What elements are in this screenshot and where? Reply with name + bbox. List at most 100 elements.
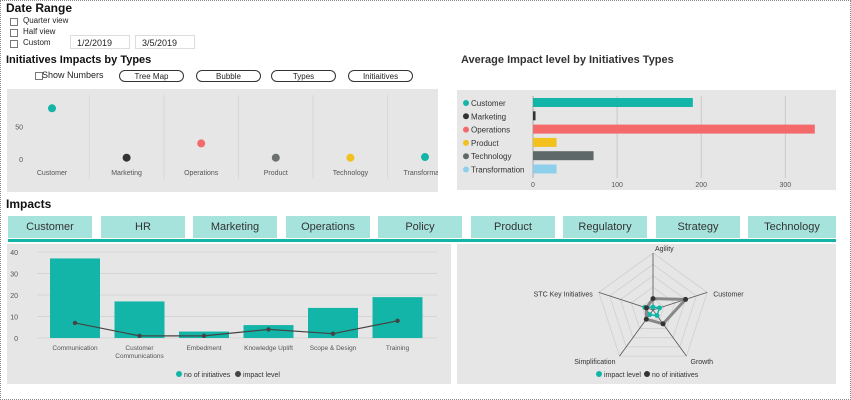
initiatives-button[interactable]: Initiaitives <box>348 70 413 82</box>
combo-legend-swatch <box>235 371 241 377</box>
impacts-by-types-title: Initiatives Impacts by Types <box>6 54 152 66</box>
quarter-view-checkbox[interactable] <box>10 18 18 26</box>
radar-axis-label: Growth <box>691 359 714 366</box>
date-range-title: Date Range <box>6 1 73 15</box>
combo-line-point <box>266 327 271 332</box>
tab-product[interactable]: Product <box>471 216 555 238</box>
combo-legend-label: impact level <box>243 372 280 379</box>
combo-y-tick: 20 <box>10 293 18 300</box>
scatter-chart: 50 0 Customer Marketing Operations Product Tec… <box>15 95 447 179</box>
scatter-point <box>122 153 131 162</box>
scatter-x-tick: Marketing <box>111 170 142 177</box>
combo-x-tick: Embedment <box>186 345 221 352</box>
hbar-legend-swatch <box>463 153 469 160</box>
hbar-legend-label: Product <box>471 139 499 148</box>
hbar-legend-swatch <box>463 139 469 146</box>
radar-axis-label: STC Key Initiatives <box>534 291 594 298</box>
avg-impact-title: Average Impact level by Initiatives Type… <box>461 54 674 66</box>
tab-regulatory[interactable]: Regulatory <box>563 216 647 238</box>
impacts-title: Impacts <box>6 197 52 211</box>
radar-legend-swatch <box>644 371 650 377</box>
scatter-x-tick: Product <box>264 170 288 177</box>
tab-strategy[interactable]: Strategy <box>656 216 740 238</box>
hbar-legend-label: Transformation <box>471 166 525 175</box>
scatter-point <box>421 153 429 162</box>
combo-x-tick: Scope & Design <box>310 345 357 352</box>
radar-point <box>657 305 663 311</box>
hbar-bar <box>533 98 693 107</box>
bubble-button[interactable]: Bubble <box>196 70 261 82</box>
radar-point <box>643 305 649 311</box>
hbar-legend-label: Marketing <box>471 112 506 121</box>
custom-checkbox[interactable] <box>10 40 18 48</box>
radar-chart: Agility Customer Growth Simplification STC K… <box>534 246 745 379</box>
hbar-legend-label: Technology <box>471 152 511 161</box>
initiatives-combo-chart: 40 30 20 10 0 Communication CustomerCommunicat… <box>10 250 437 379</box>
scatter-y-tick: 50 <box>15 125 23 132</box>
hbar-legend-label: Customer <box>471 99 506 108</box>
tab-customer[interactable]: Customer <box>8 216 92 238</box>
hbar-legend-swatch <box>463 166 469 173</box>
half-view-checkbox[interactable] <box>10 29 18 37</box>
combo-line-point <box>201 333 207 339</box>
combo-line-point <box>395 318 400 323</box>
radar-legend-label: impact level <box>604 372 641 379</box>
scatter-x-tick: Operations <box>184 170 219 177</box>
combo-x-tick: Communication <box>52 345 98 352</box>
start-date-field[interactable]: 1/2/2019 <box>70 35 130 49</box>
combo-legend-swatch <box>176 371 182 377</box>
hbar-legend-label: Operations <box>471 126 510 135</box>
show-numbers-label: Show Numbers <box>42 70 104 80</box>
combo-line-point <box>137 333 142 339</box>
combo-panel: 40 30 20 10 0 Communication Customer Communicat… <box>7 244 451 384</box>
combo-x-tick: Knowledge Uplift <box>244 345 293 352</box>
radar-panel: Agility Customer Growth Simplification STC K… <box>457 244 836 384</box>
radar-axis-label: Customer <box>713 291 744 298</box>
scatter-x-tick: Transformatio <box>404 170 438 177</box>
scatter-point <box>197 139 206 148</box>
scatter-x-tick: Technology <box>333 170 369 177</box>
scatter-point <box>48 104 56 113</box>
radar-axis-label: Simplification <box>574 359 615 366</box>
tree-map-button[interactable]: Tree Map <box>119 70 184 82</box>
quarter-view-label: Quarter view <box>23 16 69 25</box>
avg-impact-bar-chart: 0 100 200 300 Customer Marketing Operations Pro… <box>463 96 815 189</box>
radar-point <box>650 304 656 310</box>
hbar-x-tick: 300 <box>780 182 792 189</box>
hbar-bar <box>533 137 557 147</box>
combo-line-point <box>330 331 336 336</box>
radar-legend-swatch <box>596 371 602 377</box>
hbar-legend-swatch <box>463 113 469 120</box>
scatter-panel: 50 0 Customer Marketing Operations Product Tec… <box>7 89 447 192</box>
hbar-bar <box>533 111 536 121</box>
scatter-point <box>346 153 355 162</box>
hbar-x-tick: 0 <box>531 182 535 189</box>
types-button[interactable]: Types <box>271 70 336 82</box>
radar-point <box>660 321 666 327</box>
tab-operations[interactable]: Operations <box>286 216 370 238</box>
radar-point <box>643 316 649 322</box>
combo-bar <box>372 297 423 338</box>
radar-legend-label: no of initiatives <box>652 372 699 379</box>
scatter-y-tick: 0 <box>19 157 23 164</box>
combo-y-tick: 40 <box>10 250 18 257</box>
scatter-point <box>271 153 280 162</box>
tab-policy[interactable]: Policy <box>378 216 462 238</box>
combo-y-tick: 10 <box>10 315 18 322</box>
hbar-legend-swatch <box>463 126 469 133</box>
tab-technology[interactable]: Technology <box>748 216 836 238</box>
hbar-bar <box>533 151 594 161</box>
hbar-x-tick: 200 <box>695 182 707 189</box>
radar-axis-label: Agility <box>655 246 674 253</box>
tab-hr[interactable]: HR <box>101 216 185 238</box>
hbar-bar <box>533 124 815 134</box>
avg-impact-panel: 0 100 200 300 Customer Marketing Operations Pro… <box>457 90 836 190</box>
end-date-field[interactable]: 3/5/2019 <box>135 35 195 49</box>
tab-marketing[interactable]: Marketing <box>193 216 277 238</box>
half-view-label: Half view <box>23 27 56 36</box>
radar-point <box>650 296 656 302</box>
combo-line-point <box>72 320 78 326</box>
hbar-legend-swatch <box>463 100 469 106</box>
combo-y-tick: 30 <box>10 272 18 279</box>
radar-point <box>654 313 660 319</box>
